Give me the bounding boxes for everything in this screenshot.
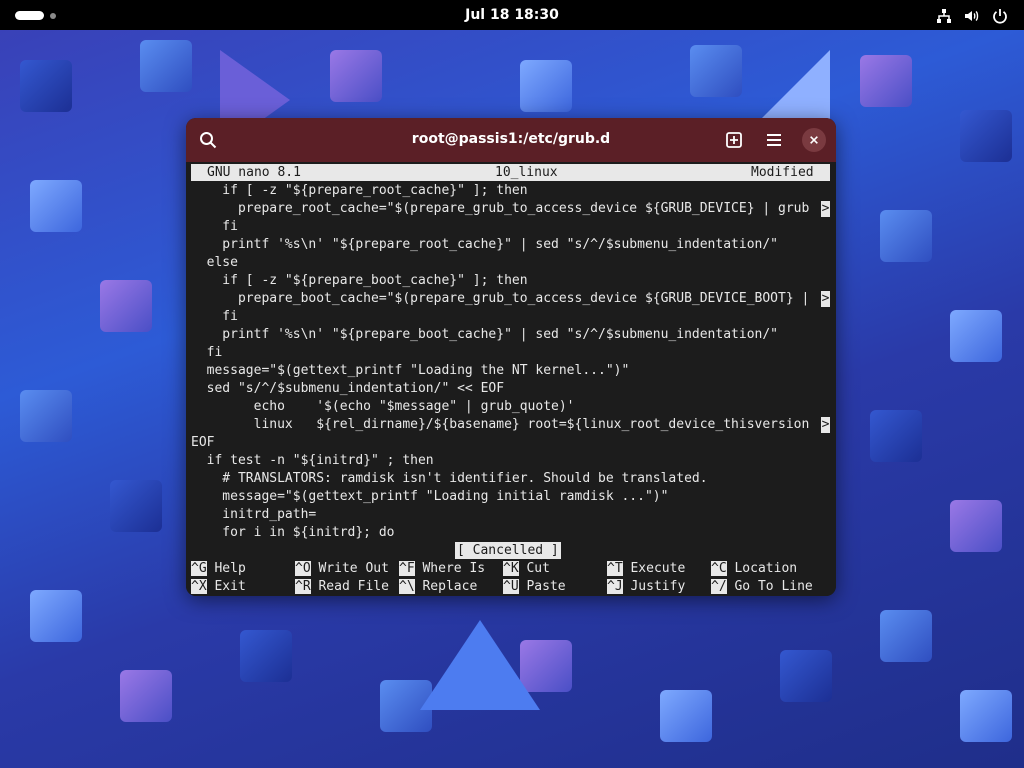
wallpaper-tile	[140, 40, 192, 92]
wallpaper-tile	[950, 310, 1002, 362]
code-line: message="$(gettext_printf "Loading the N…	[191, 363, 630, 378]
clock[interactable]: Jul 18 18:30	[0, 7, 1024, 23]
shortcut-cut[interactable]: ^K Cut	[503, 560, 550, 578]
shortcut-where-is[interactable]: ^F Where Is	[399, 560, 485, 578]
code-line: fi	[191, 309, 238, 324]
nano-state: Modified	[751, 165, 814, 180]
shortcut-key: ^R	[295, 579, 311, 594]
shortcut-label: Help	[214, 561, 246, 576]
power-icon[interactable]	[991, 7, 1009, 25]
code-line: linux ${rel_dirname}/${basename} root=${…	[191, 417, 810, 432]
wallpaper-tile	[960, 110, 1012, 162]
shortcut-label: Where Is	[422, 561, 486, 576]
code-line: message="$(gettext_printf "Loading initi…	[191, 489, 669, 504]
wallpaper-triangle	[420, 620, 540, 710]
shortcut-justify[interactable]: ^J Justify	[607, 578, 685, 596]
wallpaper-tile	[30, 180, 82, 232]
wallpaper-tile	[100, 280, 152, 332]
terminal-window[interactable]: root@passis1:/etc/grub.d GNU nano 8.1 10…	[186, 118, 836, 596]
shortcut-key: ^U	[503, 579, 519, 594]
status-message: [ Cancelled ]	[455, 542, 561, 559]
code-line: fi	[191, 219, 238, 234]
shortcut-key: ^X	[191, 579, 207, 594]
wallpaper-tile	[780, 650, 832, 702]
wallpaper-tile	[660, 690, 712, 742]
overflow-marker: >	[821, 291, 830, 307]
wallpaper-tile	[30, 590, 82, 642]
wallpaper-tile	[120, 670, 172, 722]
wallpaper-tile	[880, 210, 932, 262]
code-line: printf '%s\n' "${prepare_boot_cache}" | …	[191, 327, 778, 342]
code-line: printf '%s\n' "${prepare_root_cache}" | …	[191, 237, 778, 252]
menu-icon[interactable]	[762, 128, 786, 152]
network-icon[interactable]	[935, 7, 953, 25]
wallpaper-tile	[960, 690, 1012, 742]
shortcut-key: ^T	[607, 561, 623, 576]
wallpaper-tile	[860, 55, 912, 107]
shortcut-key: ^O	[295, 561, 311, 576]
wallpaper-triangle	[760, 50, 830, 120]
shortcut-key: ^G	[191, 561, 207, 576]
overflow-marker: >	[821, 201, 830, 217]
code-line: EOF	[191, 435, 215, 450]
wallpaper-tile	[240, 630, 292, 682]
shortcut-label: Location	[734, 561, 798, 576]
shortcut-label: Replace	[422, 579, 478, 594]
wallpaper-tile	[880, 610, 932, 662]
shortcut-key: ^C	[711, 561, 727, 576]
code-line: if test -n "${initrd}" ; then	[191, 453, 434, 468]
wallpaper-tile	[20, 60, 72, 112]
code-line: prepare_root_cache="$(prepare_grub_to_ac…	[191, 201, 810, 216]
shortcut-key: ^K	[503, 561, 519, 576]
shortcut-go-to-line[interactable]: ^/ Go To Line	[711, 578, 813, 596]
shortcut-key: ^\	[399, 579, 415, 594]
volume-icon[interactable]	[962, 7, 982, 25]
new-tab-icon[interactable]	[722, 128, 746, 152]
wallpaper-tile	[870, 410, 922, 462]
shortcut-label: Read File	[318, 579, 389, 594]
shortcut-label: Paste	[526, 579, 566, 594]
nano-filename: 10_linux	[495, 165, 558, 180]
wallpaper-tile	[950, 500, 1002, 552]
wallpaper-tile	[690, 45, 742, 97]
wallpaper-tile	[110, 480, 162, 532]
shortcut-read-file[interactable]: ^R Read File	[295, 578, 389, 596]
shortcut-exit[interactable]: ^X Exit	[191, 578, 246, 596]
nano-header: GNU nano 8.1 10_linux Modified	[191, 164, 830, 181]
close-icon[interactable]	[802, 128, 826, 152]
shortcut-help[interactable]: ^G Help	[191, 560, 246, 578]
shortcut-key: ^J	[607, 579, 623, 594]
code-line: for i in ${initrd}; do	[191, 525, 395, 540]
shortcut-label: Justify	[630, 579, 686, 594]
shortcut-replace[interactable]: ^\ Replace	[399, 578, 477, 596]
shortcut-write-out[interactable]: ^O Write Out	[295, 560, 389, 578]
wallpaper-tile	[330, 50, 382, 102]
nano-version: GNU nano 8.1	[207, 165, 301, 180]
code-line: prepare_boot_cache="$(prepare_grub_to_ac…	[191, 291, 810, 306]
shortcut-execute[interactable]: ^T Execute	[607, 560, 685, 578]
terminal-titlebar[interactable]: root@passis1:/etc/grub.d	[186, 118, 836, 162]
code-line: fi	[191, 345, 223, 360]
shortcut-label: Go To Line	[734, 579, 813, 594]
shortcut-key: ^/	[711, 579, 727, 594]
shortcut-label: Write Out	[318, 561, 389, 576]
code-line: if [ -z "${prepare_boot_cache}" ]; then	[191, 273, 528, 288]
code-line: else	[191, 255, 238, 270]
code-line: echo '$(echo "$message" | grub_quote)'	[191, 399, 575, 414]
shortcut-key: ^F	[399, 561, 415, 576]
wallpaper-tile	[520, 60, 572, 112]
terminal-screen[interactable]: GNU nano 8.1 10_linux Modified if [ -z "…	[186, 162, 836, 596]
shortcut-label: Exit	[214, 579, 246, 594]
wallpaper-tile	[20, 390, 72, 442]
code-line: initrd_path=	[191, 507, 317, 522]
code-line: sed "s/^/$submenu_indentation/" << EOF	[191, 381, 505, 396]
top-bar: Jul 18 18:30	[0, 0, 1024, 30]
code-line: # TRANSLATORS: ramdisk isn't identifier.…	[191, 471, 708, 486]
shortcut-label: Cut	[526, 561, 550, 576]
code-line: if [ -z "${prepare_root_cache}" ]; then	[191, 183, 528, 198]
overflow-marker: >	[821, 417, 830, 433]
shortcut-paste[interactable]: ^U Paste	[503, 578, 566, 596]
shortcut-label: Execute	[630, 561, 686, 576]
shortcut-location[interactable]: ^C Location	[711, 560, 797, 578]
